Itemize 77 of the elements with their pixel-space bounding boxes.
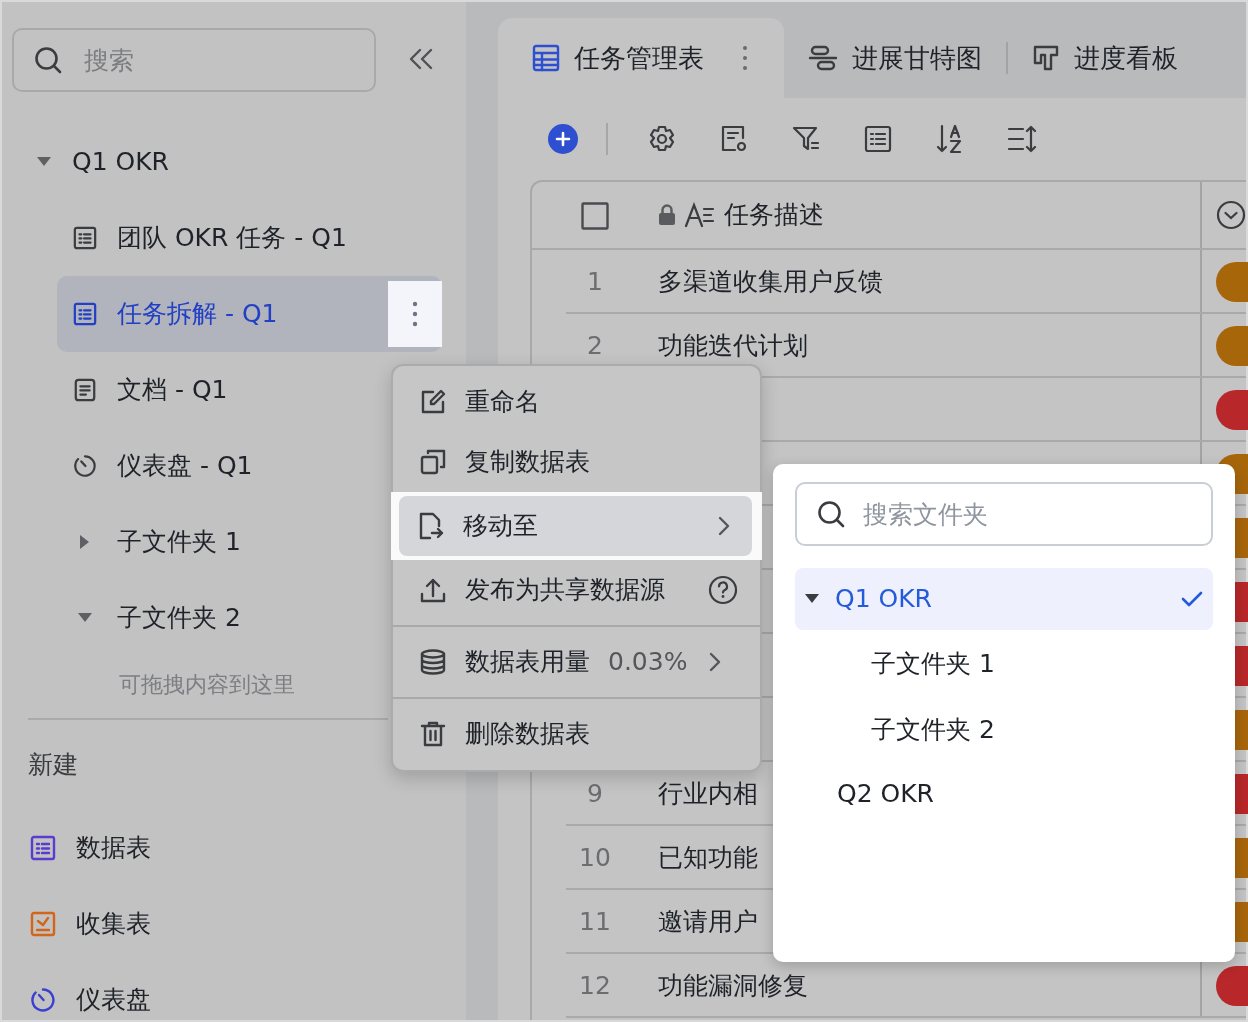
gauge-icon <box>30 987 56 1013</box>
usage-value: 0.03% <box>608 646 688 679</box>
caret-down-icon <box>805 594 819 604</box>
table-cell: 行业内相 <box>658 779 758 809</box>
view-tab[interactable]: 任务管理表 <box>498 18 784 98</box>
form-icon <box>30 911 56 937</box>
collapse-icon <box>408 48 434 70</box>
item-label: 文档 - Q1 <box>117 374 228 407</box>
new-item-link[interactable]: 数据表 <box>76 829 151 867</box>
search-field[interactable]: 搜索 <box>12 28 376 92</box>
search-icon <box>817 500 845 528</box>
gantt-icon <box>808 44 838 72</box>
item-label: Q1 OKR <box>72 146 169 179</box>
table-cell: 已知功能 <box>658 843 758 873</box>
lock-icon <box>658 204 676 226</box>
database-icon <box>419 648 447 676</box>
view-tab[interactable]: 进展甘特图 <box>784 18 1006 98</box>
folder-option[interactable]: Q2 OKR <box>795 762 1213 826</box>
caret-down-icon <box>37 157 51 167</box>
item-label: 团队 OKR 任务 - Q1 <box>117 222 347 255</box>
new-item-link[interactable]: 收集表 <box>76 905 151 943</box>
upload-icon <box>419 576 447 604</box>
form-settings-icon <box>719 124 749 154</box>
row-number: 11 <box>578 906 612 939</box>
item-label: 子文件夹 2 <box>117 602 241 635</box>
row-number: 2 <box>586 330 604 363</box>
folder-option[interactable]: Q1 OKR <box>795 568 1213 630</box>
caret-right-icon <box>80 535 90 549</box>
kanban-icon <box>1032 44 1060 72</box>
section-title: 新建 <box>28 749 78 782</box>
row-height-icon <box>1006 124 1038 154</box>
table-icon <box>30 835 56 861</box>
search-field[interactable]: 搜索文件夹 <box>795 482 1213 546</box>
table-icon <box>73 225 97 251</box>
folder-option[interactable]: 子文件夹 1 <box>795 632 1213 696</box>
copy-icon <box>419 448 447 476</box>
menu-item[interactable]: 移动至 <box>399 496 752 556</box>
dropdown-icon <box>1216 200 1246 230</box>
new-item-link[interactable]: 仪表盘 <box>76 981 151 1019</box>
menu-item[interactable]: 删除数据表 <box>393 704 760 764</box>
check-icon <box>1181 590 1203 608</box>
menu-item[interactable]: 数据表用量 0.03% <box>393 632 760 692</box>
more-icon <box>742 45 748 71</box>
menu-item[interactable]: 重命名 <box>393 372 760 432</box>
menu-item[interactable]: 发布为共享数据源 <box>393 560 760 620</box>
table-cell: 功能迭代计划 <box>658 331 808 361</box>
item-label: 仪表盘 - Q1 <box>117 450 253 483</box>
grid-icon <box>532 44 560 72</box>
table-cell: 邀请用户 <box>658 907 758 937</box>
add-icon <box>548 124 578 154</box>
list-icon <box>863 124 893 154</box>
empty-hint: 可拖拽内容到这里 <box>119 670 295 699</box>
row-number: 1 <box>586 266 604 299</box>
text-field-icon <box>684 202 716 228</box>
row-number: 10 <box>578 842 612 875</box>
caret-down-icon <box>78 613 92 623</box>
item-label: 子文件夹 1 <box>117 526 241 559</box>
gauge-icon <box>73 453 97 479</box>
more-icon <box>412 301 418 327</box>
settings-icon <box>647 124 677 154</box>
row-number: 12 <box>578 970 612 1003</box>
table-cell: 功能漏洞修复 <box>658 971 808 1001</box>
view-tab[interactable]: 进度看板 <box>1008 18 1202 98</box>
more-button[interactable] <box>388 281 442 347</box>
column-header[interactable]: 任务描述 <box>724 196 824 234</box>
file-move-icon <box>417 511 445 541</box>
edit-icon <box>419 388 447 416</box>
checkbox-icon <box>581 202 609 231</box>
search-icon <box>34 46 62 74</box>
tree-item-label[interactable]: 任务拆解 - Q1 <box>117 295 278 333</box>
trash-icon <box>419 720 447 748</box>
document-icon <box>73 377 97 403</box>
table-icon <box>73 301 97 327</box>
folder-option[interactable]: 子文件夹 2 <box>795 698 1213 762</box>
table-cell: 多渠道收集用户反馈 <box>658 267 883 297</box>
menu-item[interactable]: 复制数据表 <box>393 432 760 492</box>
row-number: 9 <box>586 778 604 811</box>
